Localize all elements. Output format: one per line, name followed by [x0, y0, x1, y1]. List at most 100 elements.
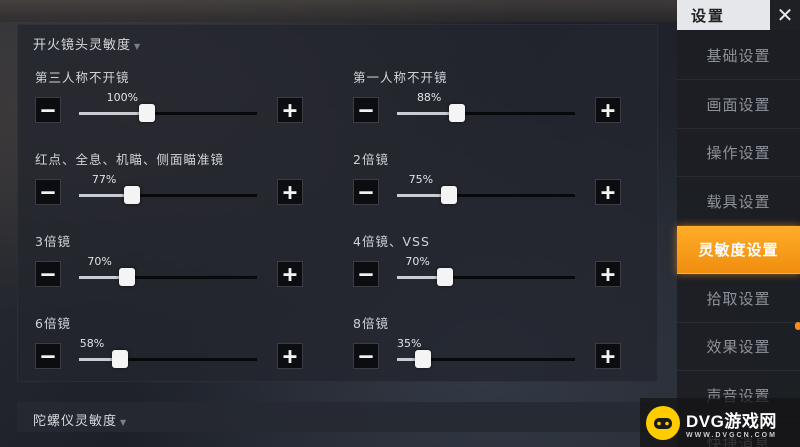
slider-thumb[interactable]: [111, 350, 128, 368]
sidebar-item-label: 画面设置: [706, 95, 771, 114]
sidebar-item-label: 基础设置: [706, 47, 771, 65]
decrease-button[interactable]: —: [35, 97, 61, 123]
setting-value: 100%: [106, 91, 139, 104]
close-icon: ✕: [776, 3, 794, 27]
decrease-button[interactable]: —: [353, 179, 379, 205]
sidebar-item[interactable]: 拾取设置: [677, 275, 800, 323]
plus-icon: +: [600, 260, 616, 288]
sensitivity-setting: 红点、全息、机瞄、侧面瞄准镜 — 77% +: [35, 149, 303, 209]
setting-value: 75%: [408, 173, 434, 186]
top-strip: [0, 0, 680, 22]
section-title[interactable]: 开火镜头灵敏度 ▼: [33, 34, 141, 53]
plus-icon: +: [282, 342, 298, 370]
expand-arrow-icon: ▼: [120, 418, 128, 427]
close-button[interactable]: ✕: [770, 0, 800, 30]
increase-button[interactable]: +: [277, 96, 303, 124]
increase-button[interactable]: +: [277, 178, 303, 206]
slider-track[interactable]: [79, 104, 257, 122]
plus-icon: +: [600, 96, 616, 124]
gyro-title-text: 陀螺仪灵敏度: [33, 414, 118, 429]
decrease-button[interactable]: —: [35, 179, 61, 205]
decrease-button[interactable]: —: [353, 97, 379, 123]
sensitivity-setting: 3倍镜 — 70% +: [35, 231, 303, 291]
slider-thumb[interactable]: [440, 186, 457, 204]
scroll-indicator: [795, 322, 800, 330]
slider-track[interactable]: [397, 186, 575, 204]
slider-thumb[interactable]: [437, 268, 454, 286]
increase-button[interactable]: +: [595, 342, 621, 370]
sidebar-item-label: 载具设置: [706, 192, 771, 211]
slider-track[interactable]: [397, 350, 575, 368]
settings-sidebar: 设置 ✕ 基础设置画面设置操作设置载具设置灵敏度设置拾取设置效果设置声音设置快捷…: [677, 0, 800, 447]
sidebar-item-label: 拾取设置: [706, 289, 771, 308]
minus-icon: —: [359, 261, 373, 287]
minus-icon: —: [41, 179, 55, 205]
decrease-button[interactable]: —: [353, 261, 379, 287]
setting-value: 70%: [405, 255, 430, 268]
minus-icon: —: [41, 343, 55, 369]
setting-value: 88%: [416, 91, 442, 104]
sidebar-item[interactable]: 操作设置: [677, 129, 800, 177]
plus-icon: +: [600, 342, 616, 370]
sidebar-item[interactable]: 基础设置: [677, 32, 800, 80]
watermark-logo-icon: [646, 405, 680, 440]
increase-button[interactable]: +: [595, 178, 621, 206]
plus-icon: +: [282, 178, 298, 206]
sidebar-title: 设置: [691, 7, 726, 25]
increase-button[interactable]: +: [595, 260, 621, 288]
slider-thumb[interactable]: [119, 268, 136, 286]
setting-value: 77%: [91, 173, 117, 186]
setting-label: 2倍镜: [353, 152, 389, 167]
slider-fill: [79, 112, 147, 115]
slider-fill: [397, 112, 457, 115]
setting-value: 35%: [397, 337, 422, 350]
sensitivity-setting: 第一人称不开镜 — 88% +: [353, 67, 621, 127]
slider-track[interactable]: [79, 350, 257, 368]
minus-icon: —: [359, 179, 373, 205]
sidebar-item[interactable]: 效果设置: [677, 323, 800, 371]
sensitivity-setting: 8倍镜 — 35% +: [353, 313, 621, 373]
sidebar-item[interactable]: 载具设置: [677, 178, 800, 226]
setting-label: 红点、全息、机瞄、侧面瞄准镜: [35, 152, 225, 167]
slider-track[interactable]: [397, 104, 575, 122]
setting-label: 第一人称不开镜: [353, 70, 448, 85]
sidebar-item-label: 操作设置: [706, 144, 771, 162]
setting-label: 8倍镜: [353, 316, 389, 331]
watermark: DVG游戏网 WWW.DVGCN.COM: [640, 398, 800, 447]
sidebar-item-label: 灵敏度设置: [698, 241, 779, 259]
slider-track[interactable]: [397, 268, 575, 286]
decrease-button[interactable]: —: [35, 343, 61, 369]
sidebar-item[interactable]: 灵敏度设置: [677, 226, 800, 274]
minus-icon: —: [359, 343, 373, 369]
setting-value: 58%: [79, 337, 105, 350]
watermark-text: DVG游戏网: [686, 411, 777, 431]
minus-icon: —: [41, 261, 55, 287]
plus-icon: +: [282, 260, 298, 288]
slider-track[interactable]: [79, 186, 257, 204]
section-title-text: 开火镜头灵敏度: [33, 38, 132, 53]
sensitivity-setting: 2倍镜 — 75% +: [353, 149, 621, 209]
sidebar-item[interactable]: 画面设置: [677, 81, 800, 129]
plus-icon: +: [282, 96, 298, 124]
setting-value: 70%: [87, 255, 112, 268]
setting-label: 4倍镜、VSS: [353, 234, 430, 249]
setting-label: 6倍镜: [35, 316, 71, 331]
increase-button[interactable]: +: [595, 96, 621, 124]
collapse-arrow-icon: ▼: [134, 42, 142, 51]
slider-thumb[interactable]: [138, 104, 155, 122]
watermark-url: WWW.DVGCN.COM: [686, 431, 777, 439]
sensitivity-setting: 4倍镜、VSS — 70% +: [353, 231, 621, 291]
increase-button[interactable]: +: [277, 342, 303, 370]
decrease-button[interactable]: —: [35, 261, 61, 287]
sensitivity-setting: 第三人称不开镜 — 100% +: [35, 67, 303, 127]
minus-icon: —: [41, 97, 55, 123]
slider-thumb[interactable]: [448, 104, 465, 122]
gyro-section-title[interactable]: 陀螺仪灵敏度 ▼: [33, 410, 127, 429]
increase-button[interactable]: +: [277, 260, 303, 288]
slider-track[interactable]: [79, 268, 257, 286]
sidebar-item-label: 效果设置: [706, 338, 771, 356]
decrease-button[interactable]: —: [353, 343, 379, 369]
slider-thumb[interactable]: [414, 350, 431, 368]
slider-thumb[interactable]: [123, 186, 140, 204]
setting-label: 第三人称不开镜: [35, 70, 130, 85]
